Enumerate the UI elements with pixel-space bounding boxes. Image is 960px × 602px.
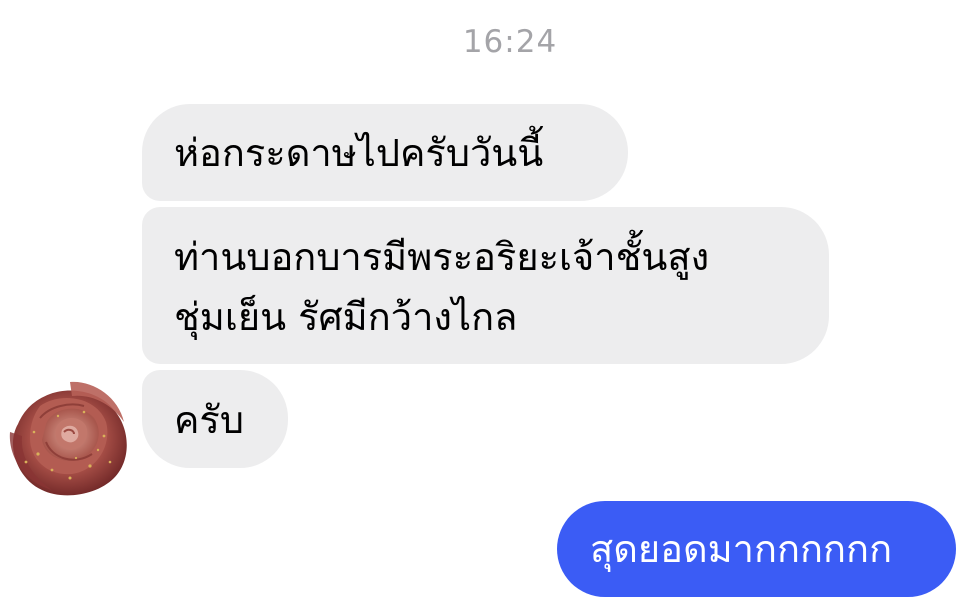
incoming-message-bubble[interactable]: ท่านบอกบารมีพระอริยะเจ้าชั้นสูง ชุ่มเย็น… (142, 207, 829, 364)
message-text: สุดยอดมากกกกกก (590, 527, 893, 571)
message-text: ท่านบอกบารมีพระอริยะเจ้าชั้นสูง (174, 235, 710, 279)
incoming-message-bubble[interactable]: ห่อกระดาษไปครับวันนี้ (142, 104, 628, 201)
message-text: ชุ่มเย็น รัศมีกว้างไกล (174, 295, 518, 339)
message-timestamp: 16:24 (462, 24, 558, 60)
incoming-message-bubble[interactable]: ครับ (142, 370, 288, 468)
message-text: ครับ (174, 398, 244, 442)
outgoing-message-bubble[interactable]: สุดยอดมากกกกกก (557, 501, 956, 597)
rose-avatar-icon[interactable] (0, 366, 134, 500)
message-text: ห่อกระดาษไปครับวันนี้ (174, 131, 544, 175)
